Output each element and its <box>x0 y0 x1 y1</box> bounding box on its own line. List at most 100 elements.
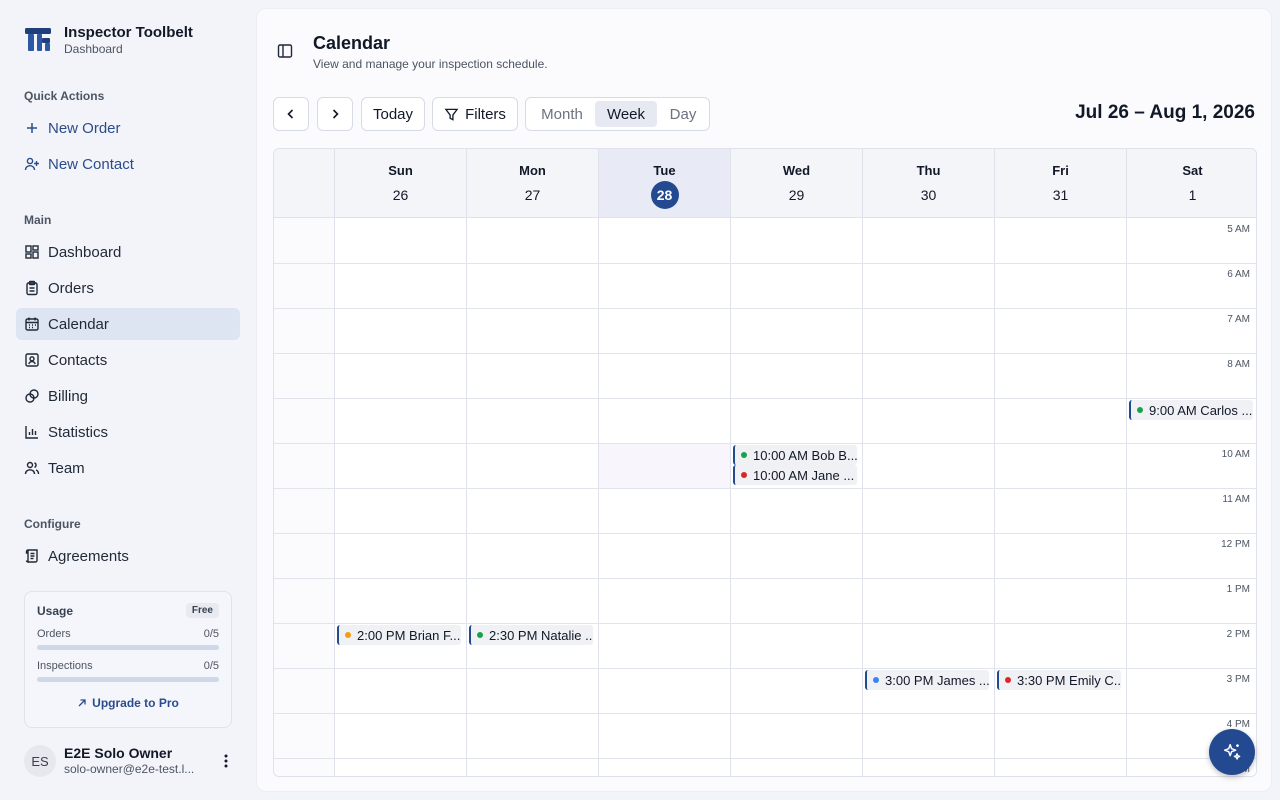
sidebar-item-agreements[interactable]: Agreements <box>16 540 240 572</box>
view-day-button[interactable]: Day <box>659 101 707 127</box>
day-header-wed[interactable]: Wed 29 <box>730 149 862 217</box>
event-label: 10:00 AM Jane ... <box>753 467 855 483</box>
view-week-button[interactable]: Week <box>595 101 657 127</box>
usage-card: Usage Free Orders 0/5 Inspections 0/5 Up… <box>24 591 232 728</box>
bar-chart-icon <box>25 426 38 439</box>
day-of-week-label: Mon <box>519 163 546 178</box>
plan-badge: Free <box>185 603 219 618</box>
event-label: 10:00 AM Bob B... <box>753 447 857 463</box>
sidebar-item-label: Dashboard <box>48 243 122 261</box>
sidebar-item-contacts[interactable]: Contacts <box>16 344 240 376</box>
day-header-sat[interactable]: Sat 1 <box>1126 149 1256 217</box>
status-dot <box>1005 677 1011 683</box>
upgrade-link[interactable]: Upgrade to Pro <box>37 696 219 710</box>
day-header-sun[interactable]: Sun 26 <box>334 149 466 217</box>
day-column[interactable] <box>730 218 862 776</box>
brand[interactable]: Inspector Toolbelt Dashboard <box>24 24 193 56</box>
calendar-event[interactable]: 3:00 PM James ... <box>865 670 989 690</box>
time-label: 3 PM <box>1226 674 1250 685</box>
user-name: E2E Solo Owner <box>64 745 173 761</box>
new-contact-button[interactable]: New Contact <box>16 148 240 180</box>
day-column[interactable] <box>334 218 466 776</box>
day-header-thu[interactable]: Thu 30 <box>862 149 994 217</box>
sidebar-item-billing[interactable]: Billing <box>16 380 240 412</box>
date-number: 30 <box>920 187 937 203</box>
time-label: 2 PM <box>1226 629 1250 640</box>
user-email: solo-owner@e2e-test.l... <box>64 762 195 776</box>
ai-assistant-button[interactable] <box>1209 729 1255 775</box>
event-label: 2:00 PM Brian F... <box>357 627 461 643</box>
page-title: Calendar <box>313 33 391 53</box>
sidebar-item-team[interactable]: Team <box>16 452 240 484</box>
user-plus-icon <box>24 157 39 171</box>
calendar-event[interactable]: 9:00 AM Carlos ... <box>1129 400 1253 420</box>
sidebar-item-label: Team <box>48 459 85 477</box>
user-profile[interactable]: ES E2E Solo Owner solo-owner@e2e-test.l.… <box>24 744 240 778</box>
calendar-event[interactable]: 10:00 AM Jane ... <box>733 465 857 485</box>
day-header-fri[interactable]: Fri 31 <box>994 149 1126 217</box>
status-dot <box>1137 407 1143 413</box>
hour-divider <box>274 713 1256 714</box>
main-panel: Calendar View and manage your inspection… <box>256 8 1272 792</box>
chevron-left-icon <box>287 109 294 119</box>
day-column[interactable] <box>466 218 598 776</box>
inspections-meter-value: 0/5 <box>203 660 219 672</box>
orders-meter-label: Orders <box>37 628 71 640</box>
day-header-tue[interactable]: Tue 28 <box>598 149 730 217</box>
sidebar-item-label: Billing <box>48 387 89 405</box>
date-range: Jul 26 – Aug 1, 2026 <box>1075 102 1255 123</box>
status-dot <box>477 632 483 638</box>
time-gutter <box>274 218 334 776</box>
day-column[interactable] <box>994 218 1126 776</box>
sidebar-item-label: Agreements <box>48 547 129 565</box>
inspections-meter-label: Inspections <box>37 660 93 672</box>
new-contact-label: New Contact <box>48 155 134 173</box>
avatar: ES <box>24 745 56 777</box>
hour-divider <box>274 263 1256 264</box>
day-column[interactable] <box>598 218 730 776</box>
next-week-button[interactable] <box>317 97 353 131</box>
date-number: 26 <box>392 187 409 203</box>
view-switcher: Month Week Day <box>525 97 710 131</box>
calendar-event[interactable]: 10:00 AM Bob B... <box>733 445 857 465</box>
sidebar-item-orders[interactable]: Orders <box>16 272 240 304</box>
sidebar-toggle-icon[interactable] <box>277 43 293 59</box>
clipboard-icon <box>26 280 38 296</box>
upgrade-label: Upgrade to Pro <box>92 696 179 710</box>
filters-button[interactable]: Filters <box>432 97 518 131</box>
scroll-icon <box>25 549 38 563</box>
calendar-event[interactable]: 3:30 PM Emily C... <box>997 670 1121 690</box>
calendar-event[interactable]: 2:30 PM Natalie ... <box>469 625 593 645</box>
sidebar-item-dashboard[interactable]: Dashboard <box>16 236 240 268</box>
view-month-button[interactable]: Month <box>530 101 594 127</box>
prev-week-button[interactable] <box>273 97 309 131</box>
configure-section-label: Configure <box>24 517 81 531</box>
more-vertical-icon[interactable] <box>218 752 234 770</box>
chevron-right-icon <box>332 109 339 119</box>
sidebar-item-calendar[interactable]: Calendar <box>16 308 240 340</box>
sidebar-item-statistics[interactable]: Statistics <box>16 416 240 448</box>
hour-divider <box>274 758 1256 759</box>
time-label: 6 AM <box>1227 269 1250 280</box>
sidebar-item-label: Statistics <box>48 423 109 441</box>
current-time-cell <box>599 444 730 488</box>
hour-divider <box>274 353 1256 354</box>
calendar-event[interactable]: 2:00 PM Brian F... <box>337 625 461 645</box>
sidebar: Inspector Toolbelt Dashboard Quick Actio… <box>0 0 256 800</box>
status-dot <box>345 632 351 638</box>
new-order-button[interactable]: New Order <box>16 112 240 144</box>
app-logo-icon <box>25 28 51 51</box>
orders-meter-value: 0/5 <box>203 628 219 640</box>
day-column[interactable] <box>862 218 994 776</box>
today-button[interactable]: Today <box>361 97 425 131</box>
hour-divider <box>274 533 1256 534</box>
app-name: Inspector Toolbelt <box>64 24 193 41</box>
calendar-body: 5 AM6 AM7 AM8 AM9 AM10 AM11 AM12 PM1 PM2… <box>274 218 1256 776</box>
calendar-icon <box>25 317 39 331</box>
day-header-mon[interactable]: Mon 27 <box>466 149 598 217</box>
event-label: 9:00 AM Carlos ... <box>1149 402 1253 418</box>
coins-icon <box>25 389 39 403</box>
day-of-week-label: Fri <box>1052 163 1069 178</box>
filter-icon <box>444 108 459 121</box>
sidebar-item-label: Contacts <box>48 351 108 369</box>
